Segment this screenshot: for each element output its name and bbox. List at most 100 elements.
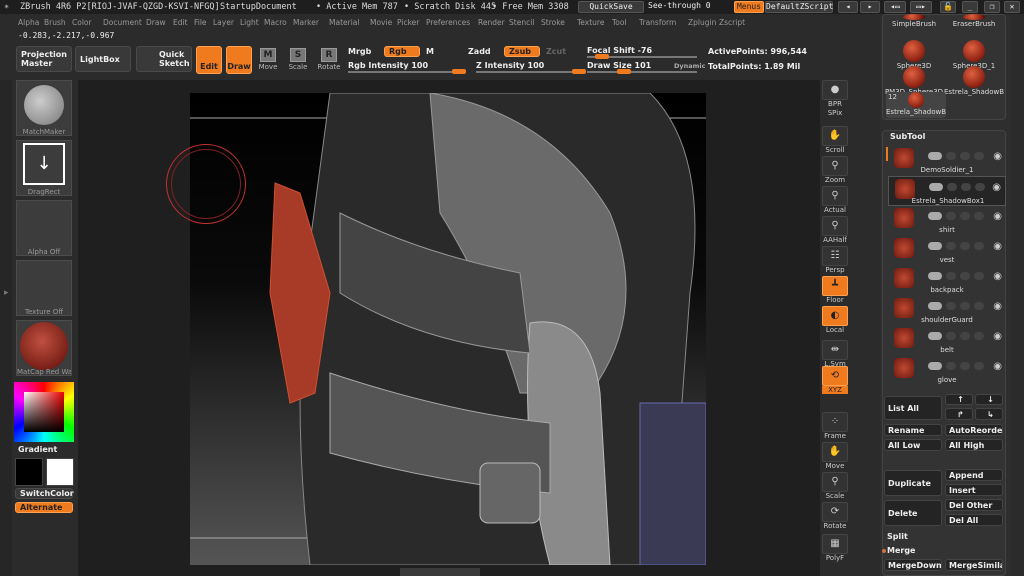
dynamic-toggle[interactable]: Dynamic (674, 62, 706, 70)
menu-tool[interactable]: Tool (612, 18, 627, 27)
visibility-eye-icon[interactable]: ◉ (993, 301, 1002, 312)
all-low-button[interactable]: All Low (884, 439, 942, 451)
toggle-icon[interactable] (946, 302, 956, 310)
del-other-button[interactable]: Del Other (945, 499, 1003, 511)
insert-button[interactable]: Insert (945, 484, 1003, 496)
visibility-eye-icon[interactable]: ◉ (993, 241, 1002, 252)
shelf-rotate-button[interactable]: ⟳ Rotate (822, 502, 848, 530)
toggle-icon[interactable] (974, 302, 984, 310)
subtool-item[interactable]: ◉ shoulderGuard (888, 296, 1006, 326)
menu-movie[interactable]: Movie (370, 18, 392, 27)
toggle-icon[interactable] (975, 183, 985, 191)
shelf-floor-button[interactable]: ┻ Floor (822, 276, 848, 304)
merge-down-button[interactable]: MergeDown (884, 559, 942, 571)
toggle-icon[interactable] (946, 212, 956, 220)
tool-item[interactable]: EraserBrush (944, 14, 1004, 28)
shelf-persp-button[interactable]: ☷ Persp (822, 246, 848, 274)
rgb-intensity-slider[interactable] (348, 69, 466, 74)
current-tool[interactable]: Estrela_ShadowB 12 (886, 92, 946, 118)
minimize-icon[interactable]: _ (962, 1, 978, 13)
toggle-icon[interactable] (974, 272, 984, 280)
move-mode-button[interactable]: M Move (256, 48, 280, 71)
gradient-toggle[interactable]: Gradient (18, 445, 57, 454)
toggle-icon[interactable] (974, 152, 984, 160)
menu-color[interactable]: Color (72, 18, 92, 27)
texture-slot[interactable]: Texture Off (16, 260, 72, 316)
append-button[interactable]: Append (945, 469, 1003, 481)
subtool-item[interactable]: ◉ backpack (888, 266, 1006, 296)
layout-right-icon[interactable]: ▭▸ (910, 1, 932, 13)
shelf-spix-button[interactable]: SPix (822, 109, 848, 117)
visibility-eye-icon[interactable]: ◉ (993, 361, 1002, 372)
shelf-polyf-button[interactable]: ▦ PolyF (822, 534, 848, 562)
menu-transform[interactable]: Transform (639, 18, 676, 27)
color-picker[interactable] (14, 382, 74, 442)
del-all-button[interactable]: Del All (945, 514, 1003, 526)
menu-stencil[interactable]: Stencil (509, 18, 534, 27)
toggle-icon[interactable] (974, 212, 984, 220)
document-canvas[interactable] (190, 93, 706, 565)
brush-slot[interactable]: MatchMaker (16, 80, 72, 136)
move-to-top-icon[interactable]: ↱ (945, 408, 973, 420)
toggle-icon[interactable] (946, 332, 956, 340)
tool-item[interactable]: SimpleBrush (884, 14, 944, 28)
toggle-icon[interactable] (961, 183, 971, 191)
move-up-icon[interactable]: ↑ (945, 394, 973, 405)
menu-marker[interactable]: Marker (293, 18, 319, 27)
layout-left-icon[interactable]: ◂▭ (884, 1, 906, 13)
edit-mode-button[interactable]: Edit (196, 46, 222, 74)
menu-file[interactable]: File (194, 18, 207, 27)
menu-render[interactable]: Render (478, 18, 505, 27)
rgb-button[interactable]: Rgb (384, 46, 420, 57)
left-tray-handle[interactable] (0, 80, 12, 576)
shelf-scroll-button[interactable]: ✋ Scroll (822, 126, 848, 154)
prev-layout-icon[interactable]: ◂ (838, 1, 858, 13)
menu-document[interactable]: Document (103, 18, 142, 27)
polypaint-toggle[interactable] (928, 362, 942, 370)
toggle-icon[interactable] (946, 152, 956, 160)
rename-button[interactable]: Rename (884, 424, 942, 436)
draw-mode-button[interactable]: Draw (226, 46, 252, 74)
menu-preferences[interactable]: Preferences (426, 18, 470, 27)
merge-section[interactable]: Merge (887, 546, 915, 555)
toggle-icon[interactable] (946, 362, 956, 370)
visibility-eye-icon[interactable]: ◉ (993, 331, 1002, 342)
polypaint-toggle[interactable] (928, 332, 942, 340)
z-intensity-slider[interactable] (476, 69, 586, 74)
quick-sketch-button[interactable]: Quick Sketch (136, 46, 192, 72)
toggle-icon[interactable] (947, 183, 957, 191)
polypaint-toggle[interactable] (929, 183, 943, 191)
main-color-swatch[interactable] (15, 458, 43, 486)
visibility-eye-icon[interactable]: ◉ (993, 151, 1002, 162)
alpha-slot[interactable]: Alpha Off (16, 200, 72, 256)
toggle-icon[interactable] (960, 362, 970, 370)
shelf-xyz-button[interactable]: ⟲ XYZ (822, 366, 848, 394)
shelf-bpr-button[interactable]: ● BPR (822, 80, 848, 108)
bottom-tray-handle[interactable] (400, 568, 480, 576)
alternate-button[interactable]: Alternate (15, 502, 73, 513)
draw-size-slider[interactable] (587, 69, 697, 74)
menu-draw[interactable]: Draw (146, 18, 166, 27)
color-saturation-square[interactable] (24, 392, 64, 432)
tool-item[interactable]: Estrela_ShadowB (944, 66, 1004, 96)
expand-left-tray-icon[interactable]: ▸ (4, 288, 9, 298)
subtool-item[interactable]: ◉ belt (888, 326, 1006, 356)
polypaint-toggle[interactable] (928, 152, 942, 160)
shelf-move-button[interactable]: ✋ Move (822, 442, 848, 470)
next-layout-icon[interactable]: ▸ (860, 1, 880, 13)
menu-texture[interactable]: Texture (577, 18, 604, 27)
shelf-lsym-button[interactable]: ⇹ L.Sym (822, 340, 848, 368)
toggle-icon[interactable] (946, 242, 956, 250)
lock-icon[interactable]: 🔓 (940, 1, 956, 13)
shelf-scale-button[interactable]: ⚲ Scale (822, 472, 848, 500)
quicksave-button[interactable]: QuickSave (578, 1, 644, 13)
close-icon[interactable]: ✕ (1004, 1, 1020, 13)
shelf-actual-button[interactable]: ⚲ Actual (822, 186, 848, 214)
menus-button[interactable]: Menus (734, 1, 764, 13)
polypaint-toggle[interactable] (928, 302, 942, 310)
projection-master-button[interactable]: Projection Master (16, 46, 72, 72)
zadd-button[interactable]: Zadd (468, 47, 491, 56)
move-to-bottom-icon[interactable]: ↳ (975, 408, 1003, 420)
menu-picker[interactable]: Picker (397, 18, 419, 27)
toggle-icon[interactable] (960, 152, 970, 160)
